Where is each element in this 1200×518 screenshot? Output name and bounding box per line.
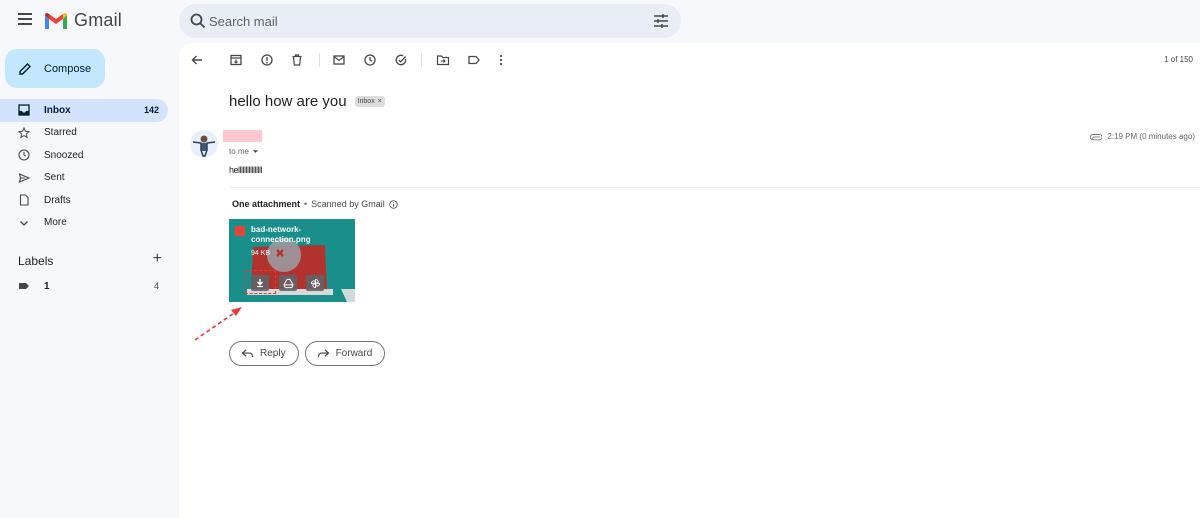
gmail-logo[interactable]: Gmail <box>44 10 122 31</box>
reply-icon <box>241 349 254 358</box>
clock-icon <box>18 149 30 161</box>
back-arrow-icon[interactable] <box>190 53 204 67</box>
sidebar-item-label: Snoozed <box>44 149 84 161</box>
recipient-label: to me <box>229 147 250 156</box>
gmail-m-icon <box>45 12 67 29</box>
forward-button[interactable]: Forward <box>304 341 386 366</box>
person-icon <box>192 135 216 157</box>
attachments-divider <box>229 187 1200 188</box>
sidebar-item-label: Inbox <box>44 104 71 116</box>
add-label-icon[interactable]: + <box>153 251 162 267</box>
save-to-photos-button[interactable] <box>306 275 324 291</box>
sender-name-redacted <box>223 130 262 142</box>
sidebar-item-more[interactable]: More <box>0 212 168 235</box>
label-name: 1 <box>44 280 50 292</box>
search-input[interactable] <box>209 4 629 38</box>
inbox-label-chip[interactable]: Inbox × <box>354 96 385 107</box>
snooze-icon[interactable] <box>363 53 377 67</box>
chevron-down-icon <box>18 217 30 229</box>
compose-button[interactable]: Compose <box>5 49 105 88</box>
sidebar-item-label: Sent <box>44 172 65 184</box>
reply-label: Reply <box>260 348 286 359</box>
more-options-icon[interactable] <box>494 53 508 67</box>
attachment-count: One attachment <box>232 199 301 209</box>
pagination-text: 1 of 150 <box>1164 55 1193 64</box>
attachments-header: One attachment • Scanned by Gmail <box>232 199 398 209</box>
sidebar-nav: Inbox 142 Starred Snoozed Sent Drafts Mo… <box>0 99 168 234</box>
labels-icon[interactable] <box>467 53 481 67</box>
draft-icon <box>18 194 30 206</box>
message-time: 2:19 PM (0 minutes ago) <box>1090 132 1195 141</box>
inbox-icon <box>18 104 30 116</box>
message-toolbar: 1 of 150 <box>179 43 1200 77</box>
annotation-arrow-icon <box>194 307 242 341</box>
compose-label: Compose <box>44 62 92 75</box>
search-options-icon[interactable] <box>653 13 669 29</box>
attachment-size: 94 KB <box>251 250 271 257</box>
message-view: 1 of 150 hello how are you Inbox × to me… <box>179 43 1200 518</box>
chip-label: Inbox <box>357 98 375 105</box>
send-icon <box>18 172 30 184</box>
sidebar-item-drafts[interactable]: Drafts <box>0 189 168 212</box>
message-subject: hello how are you <box>229 93 347 110</box>
remove-label-icon[interactable]: × <box>378 98 382 105</box>
info-icon[interactable] <box>389 199 398 209</box>
download-highlight-box <box>245 270 276 294</box>
sidebar-item-label: More <box>44 217 67 229</box>
recipient-details[interactable]: to me <box>229 147 259 156</box>
search-icon[interactable] <box>189 12 207 30</box>
photos-icon <box>310 278 320 288</box>
forward-label: Forward <box>335 348 373 359</box>
move-to-icon[interactable] <box>436 53 450 67</box>
sidebar-item-starred[interactable]: Starred <box>0 122 168 145</box>
scan-note: Scanned by Gmail <box>311 199 385 209</box>
archive-icon[interactable] <box>229 53 243 67</box>
mark-unread-icon[interactable] <box>332 53 346 67</box>
unread-count: 142 <box>143 105 159 116</box>
separator-dot: • <box>304 199 308 209</box>
sidebar-label-item[interactable]: 1 4 <box>18 279 164 293</box>
drive-icon <box>282 278 294 288</box>
top-bar: Gmail <box>0 0 1200 42</box>
timestamp: 2:19 PM (0 minutes ago) <box>1107 132 1195 141</box>
search-bar[interactable] <box>179 4 681 38</box>
app-name: Gmail <box>74 10 123 30</box>
report-spam-icon[interactable] <box>260 53 274 67</box>
caret-down-icon[interactable] <box>252 148 259 155</box>
toolbar-divider <box>319 53 320 67</box>
reply-actions: Reply Forward <box>229 341 386 366</box>
sender-avatar[interactable] <box>190 130 218 158</box>
message-subject-row: hello how are you Inbox × <box>229 93 385 110</box>
sidebar-item-sent[interactable]: Sent <box>0 167 168 190</box>
image-file-icon <box>235 226 245 236</box>
sidebar-item-label: Drafts <box>44 194 71 206</box>
labels-title: Labels <box>18 254 54 268</box>
labels-section-header: Labels + <box>18 251 164 269</box>
message-body: hellllllllllllllll <box>229 165 263 175</box>
label-tag-icon <box>18 280 30 292</box>
main-menu-icon[interactable] <box>14 10 36 32</box>
add-to-tasks-icon[interactable] <box>394 53 408 67</box>
star-icon <box>18 126 30 139</box>
sidebar-item-inbox[interactable]: Inbox 142 <box>0 99 168 122</box>
label-count: 4 <box>153 281 159 291</box>
forward-icon <box>317 349 330 358</box>
paperclip-icon <box>1090 133 1103 140</box>
toolbar-divider <box>421 53 422 67</box>
attachment-filename: bad-network-connection.png <box>251 225 311 244</box>
pencil-icon <box>19 62 31 75</box>
reply-button[interactable]: Reply <box>229 341 299 366</box>
attachment-thumbnail[interactable]: bad-network-connection.png 94 KB <box>229 219 355 302</box>
delete-icon[interactable] <box>290 53 304 67</box>
sidebar-item-snoozed[interactable]: Snoozed <box>0 144 168 167</box>
sidebar-item-label: Starred <box>44 127 77 139</box>
add-to-drive-button[interactable] <box>279 275 297 291</box>
